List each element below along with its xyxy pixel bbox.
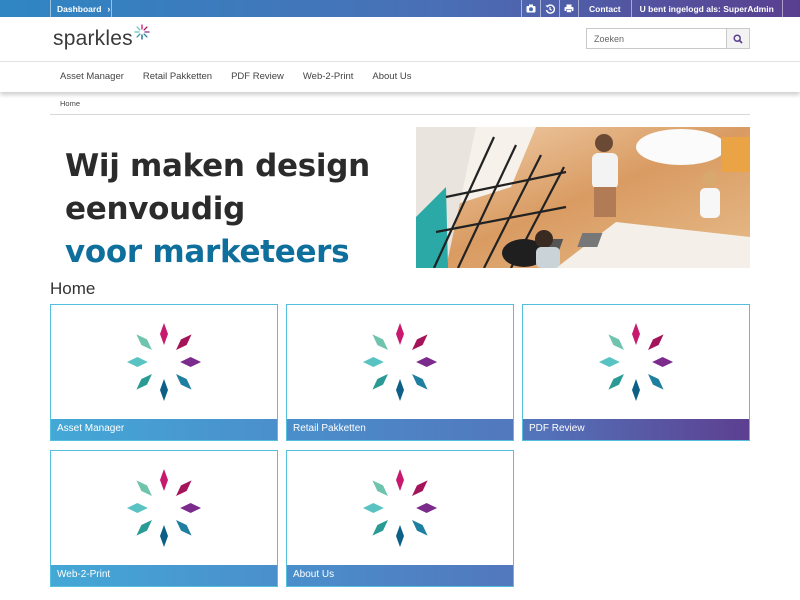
- sparkle-petal: [160, 525, 168, 547]
- tile-label: About Us: [287, 565, 513, 586]
- top-bar: Dashboard › Contact U bent ingelogd als:…: [0, 0, 800, 17]
- tile-retail-pakketten[interactable]: Retail Pakketten: [286, 304, 514, 441]
- printer-icon[interactable]: [559, 0, 578, 17]
- tile-label: Web-2-Print: [51, 565, 277, 586]
- sparkle-petal: [372, 480, 388, 496]
- camera-icon[interactable]: [521, 0, 540, 17]
- sparkle-icon: [287, 305, 513, 419]
- sparkle-petal: [136, 374, 152, 390]
- login-prefix: U bent ingelogd als:: [639, 3, 721, 14]
- sparkle-logo-icon: [134, 24, 150, 40]
- sparkle-petal: [396, 323, 404, 345]
- sparkle-icon: [287, 451, 513, 565]
- sparkles-logo[interactable]: sparkles: [53, 24, 150, 51]
- sparkle-petal: [412, 480, 428, 496]
- sparkle-icon: [51, 305, 277, 419]
- tile-asset-manager[interactable]: Asset Manager: [50, 304, 278, 441]
- nav-item-pdf-review[interactable]: PDF Review: [231, 62, 284, 92]
- tile-label: Asset Manager: [51, 419, 277, 440]
- site-header: sparkles: [0, 17, 800, 61]
- top-tools: Contact U bent ingelogd als: SuperAdmin: [521, 0, 783, 17]
- sparkle-petal: [416, 357, 438, 367]
- sparkle-petal: [136, 520, 152, 536]
- sparkle-petal: [372, 374, 388, 390]
- contact-link[interactable]: Contact: [578, 0, 631, 17]
- page-title: Home: [50, 279, 96, 298]
- sparkle-petal: [632, 379, 640, 401]
- sparkle-petal: [362, 357, 384, 367]
- sparkle-petal: [648, 334, 664, 350]
- sparkle-petal: [412, 374, 428, 390]
- sparkle-icon: [51, 451, 277, 565]
- search-box: [586, 28, 750, 49]
- tile-pdf-review[interactable]: PDF Review: [522, 304, 750, 441]
- search-button[interactable]: [726, 28, 750, 49]
- sparkle-petal: [160, 469, 168, 491]
- login-user: SuperAdmin: [723, 3, 774, 14]
- history-icon[interactable]: [540, 0, 559, 17]
- sparkle-petal: [652, 357, 674, 367]
- sparkle-petal: [126, 357, 148, 367]
- sparkle-petal: [160, 323, 168, 345]
- sparkle-petal: [176, 480, 192, 496]
- nav-item-retail-pakketten[interactable]: Retail Pakketten: [143, 62, 212, 92]
- sparkle-petal: [362, 503, 384, 513]
- tile-label: Retail Pakketten: [287, 419, 513, 440]
- sparkle-petal: [608, 334, 624, 350]
- hero-line-3: voor marketeers: [65, 234, 350, 270]
- sparkle-petal: [136, 480, 152, 496]
- hero-photo: [416, 127, 750, 268]
- sparkle-petal: [598, 357, 620, 367]
- main-nav: Asset Manager Retail Pakketten PDF Revie…: [0, 61, 800, 92]
- nav-item-asset-manager[interactable]: Asset Manager: [60, 62, 124, 92]
- tile-label: PDF Review: [523, 419, 749, 440]
- sparkle-petal: [372, 520, 388, 536]
- search-input[interactable]: [586, 28, 726, 49]
- sparkle-petal: [416, 503, 438, 513]
- search-icon: [733, 33, 743, 44]
- sparkle-petal: [396, 525, 404, 547]
- sparkle-icon: [523, 305, 749, 419]
- nav-item-web-2-print[interactable]: Web-2-Print: [303, 62, 354, 92]
- breadcrumb: Home: [50, 94, 750, 115]
- sparkle-petal: [176, 374, 192, 390]
- sparkle-petal: [176, 520, 192, 536]
- tile-web-2-print[interactable]: Web-2-Print: [50, 450, 278, 587]
- sparkle-petal: [160, 379, 168, 401]
- sparkle-petal: [412, 520, 428, 536]
- sparkle-petal: [396, 469, 404, 491]
- dashboard-link[interactable]: Dashboard ›: [50, 0, 112, 17]
- sparkle-petal: [136, 334, 152, 350]
- sparkle-petal: [412, 334, 428, 350]
- hero-heading: Wij maken design eenvoudig voor marketee…: [65, 145, 370, 274]
- hero-line-2: eenvoudig: [65, 191, 246, 227]
- logo-text: sparkles: [53, 27, 133, 50]
- sparkle-petal: [176, 334, 192, 350]
- chevron-right-icon: ›: [107, 3, 111, 14]
- sparkle-petal: [180, 503, 202, 513]
- sparkle-petal: [396, 379, 404, 401]
- login-status[interactable]: U bent ingelogd als: SuperAdmin: [630, 0, 783, 17]
- tile-about-us[interactable]: About Us: [286, 450, 514, 587]
- sparkle-petal: [648, 374, 664, 390]
- sparkle-petal: [180, 357, 202, 367]
- sparkle-petal: [632, 323, 640, 345]
- dashboard-label: Dashboard: [57, 3, 102, 14]
- sparkle-petal: [608, 374, 624, 390]
- sparkle-petal: [126, 503, 148, 513]
- sparkle-petal: [372, 334, 388, 350]
- breadcrumb-home[interactable]: Home: [60, 99, 80, 108]
- hero-line-1: Wij maken design: [65, 148, 370, 184]
- nav-item-about-us[interactable]: About Us: [372, 62, 411, 92]
